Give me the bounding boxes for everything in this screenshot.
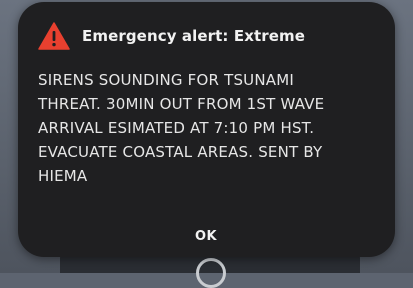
ok-button[interactable]: OK (181, 221, 231, 251)
warning-triangle-icon (38, 22, 70, 50)
emergency-alert-dialog: Emergency alert: Extreme SIRENS SOUNDING… (18, 2, 395, 257)
alert-title: Emergency alert: Extreme (82, 27, 306, 45)
alert-header: Emergency alert: Extreme (38, 22, 305, 50)
alert-message: SIRENS SOUNDING FOR TSUNAMI THREAT. 30MI… (38, 71, 325, 185)
background-app-icon (196, 258, 226, 288)
